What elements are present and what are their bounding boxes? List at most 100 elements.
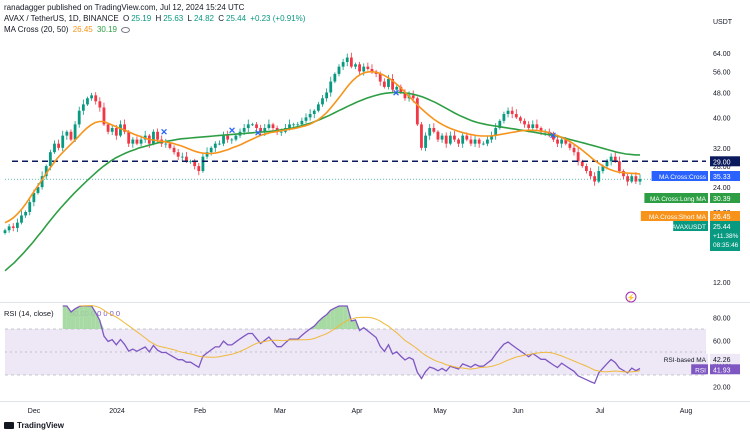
candle-body — [309, 114, 312, 117]
time-tick-label: Apr — [352, 408, 364, 415]
ma-line[interactable]: MA Cross (20, 50) 26.45 30.19 — [4, 25, 132, 35]
price-tick-label: 32.00 — [713, 146, 731, 153]
ma-long-tag-name: MA Cross:Long MA — [650, 196, 707, 203]
candle-body — [503, 114, 506, 121]
candle-body — [366, 67, 369, 69]
symbol-tag-countdown: 08:35:46 — [713, 242, 739, 249]
candle-body — [115, 128, 118, 136]
candle-body — [272, 124, 275, 128]
candle-body — [267, 124, 270, 128]
candle-body — [445, 136, 448, 144]
ma-short-tag[interactable]: MA Cross:Short MA26.45 — [641, 211, 740, 221]
candle-body — [57, 144, 60, 148]
time-tick-label: Aug — [680, 408, 693, 415]
published-text: ranadagger published on TradingView.com,… — [4, 3, 244, 12]
candle-body — [292, 124, 295, 125]
candle-body — [74, 124, 77, 139]
candle-body — [98, 101, 101, 107]
candle-body — [569, 144, 572, 148]
candle-body — [478, 140, 481, 144]
candle-body — [210, 148, 213, 152]
candle-body — [251, 124, 254, 125]
candle-body — [78, 111, 81, 125]
candle-body — [507, 111, 510, 114]
ma-cross-tag[interactable]: MA Cross:Cross35.33 — [652, 171, 740, 181]
ma-cross-marker: ✕ — [228, 126, 236, 136]
candle-body — [247, 124, 250, 128]
low-label: L — [188, 14, 192, 23]
candle-body — [24, 212, 27, 215]
rsi-overbought-fill — [79, 306, 83, 329]
rsi-tag-name: RSI — [695, 367, 706, 374]
candle-body — [177, 152, 180, 156]
ma-long-value: 30.19 — [97, 25, 117, 34]
candle-body — [4, 230, 7, 233]
candle-body — [474, 140, 477, 144]
candle-body — [387, 79, 390, 87]
ma-short-line — [5, 72, 640, 223]
candle-body — [453, 136, 456, 140]
candle-body — [226, 136, 229, 140]
rsi-title: RSI (14, close) — [4, 309, 54, 318]
candle-body — [523, 121, 526, 125]
time-tick-label: May — [433, 408, 447, 415]
rsi-tick-label: 80.00 — [713, 316, 731, 323]
candle-body — [305, 117, 308, 120]
ma-cross-tag-value: 35.33 — [713, 174, 731, 181]
candle-body — [424, 136, 427, 148]
ma-cross-marker: ✕ — [160, 127, 168, 137]
candle-body — [531, 124, 534, 128]
price-tick-label: 56.00 — [713, 69, 731, 76]
candle-body — [313, 111, 316, 114]
ma-long-tag-value: 30.39 — [713, 196, 731, 203]
candle-body — [152, 132, 155, 144]
candle-body — [573, 148, 576, 152]
open-value: 25.19 — [131, 14, 151, 23]
ma-short-value: 26.45 — [73, 25, 93, 34]
candle-body — [354, 64, 357, 66]
candle-body — [156, 132, 159, 140]
candle-body — [321, 98, 324, 104]
candle-body — [214, 144, 217, 148]
candle-body — [131, 140, 134, 144]
rsi-tick-label: 60.00 — [713, 339, 731, 346]
price-tick-label: 48.00 — [713, 90, 731, 97]
ma-long-tag[interactable]: MA Cross:Long MA 30.39 — [644, 193, 740, 203]
candle-body — [589, 171, 592, 176]
rsi-ma-tag-value: 42.26 — [713, 357, 731, 364]
candle-body — [140, 140, 143, 144]
rsi-tick-label: 20.00 — [713, 385, 731, 392]
candle-body — [449, 136, 452, 144]
candle-body — [296, 124, 299, 125]
time-tick-label: Jun — [512, 408, 523, 415]
candle-body — [482, 144, 485, 145]
time-tick-label: Feb — [194, 408, 206, 415]
candle-body — [577, 152, 580, 161]
candle-body — [164, 144, 167, 145]
candle-body — [288, 124, 291, 128]
ma-long-line — [5, 93, 640, 271]
candle-body — [350, 58, 353, 67]
candle-body — [90, 95, 93, 98]
tradingview-logo[interactable]: TradingView — [4, 421, 64, 430]
visibility-eye-icon[interactable] — [121, 27, 130, 33]
rsi-overbought-fill — [87, 306, 91, 329]
candle-body — [136, 140, 139, 144]
symbol-tag-change: +11.38% — [713, 233, 739, 240]
tradingview-logo-text: TradingView — [17, 421, 64, 430]
candle-body — [362, 67, 365, 72]
alert-icon-glyph: ⚡ — [627, 293, 636, 302]
candle-body — [428, 128, 431, 136]
candle-body — [119, 124, 122, 135]
candle-body — [222, 136, 225, 144]
candle-body — [420, 124, 423, 147]
symbol-name[interactable]: AVAX / TetherUS, 1D, BINANCE — [4, 14, 119, 23]
candle-body — [618, 161, 621, 171]
trading-chart[interactable]: USDT12.0016.0020.0024.0028.0032.0040.004… — [0, 0, 750, 436]
candle-body — [235, 136, 238, 140]
candle-body — [317, 104, 320, 110]
chart-svg[interactable]: USDT12.0016.0020.0024.0028.0032.0040.004… — [0, 0, 750, 436]
candle-body — [300, 121, 303, 125]
candle-body — [519, 117, 522, 120]
candle-body — [49, 152, 52, 166]
